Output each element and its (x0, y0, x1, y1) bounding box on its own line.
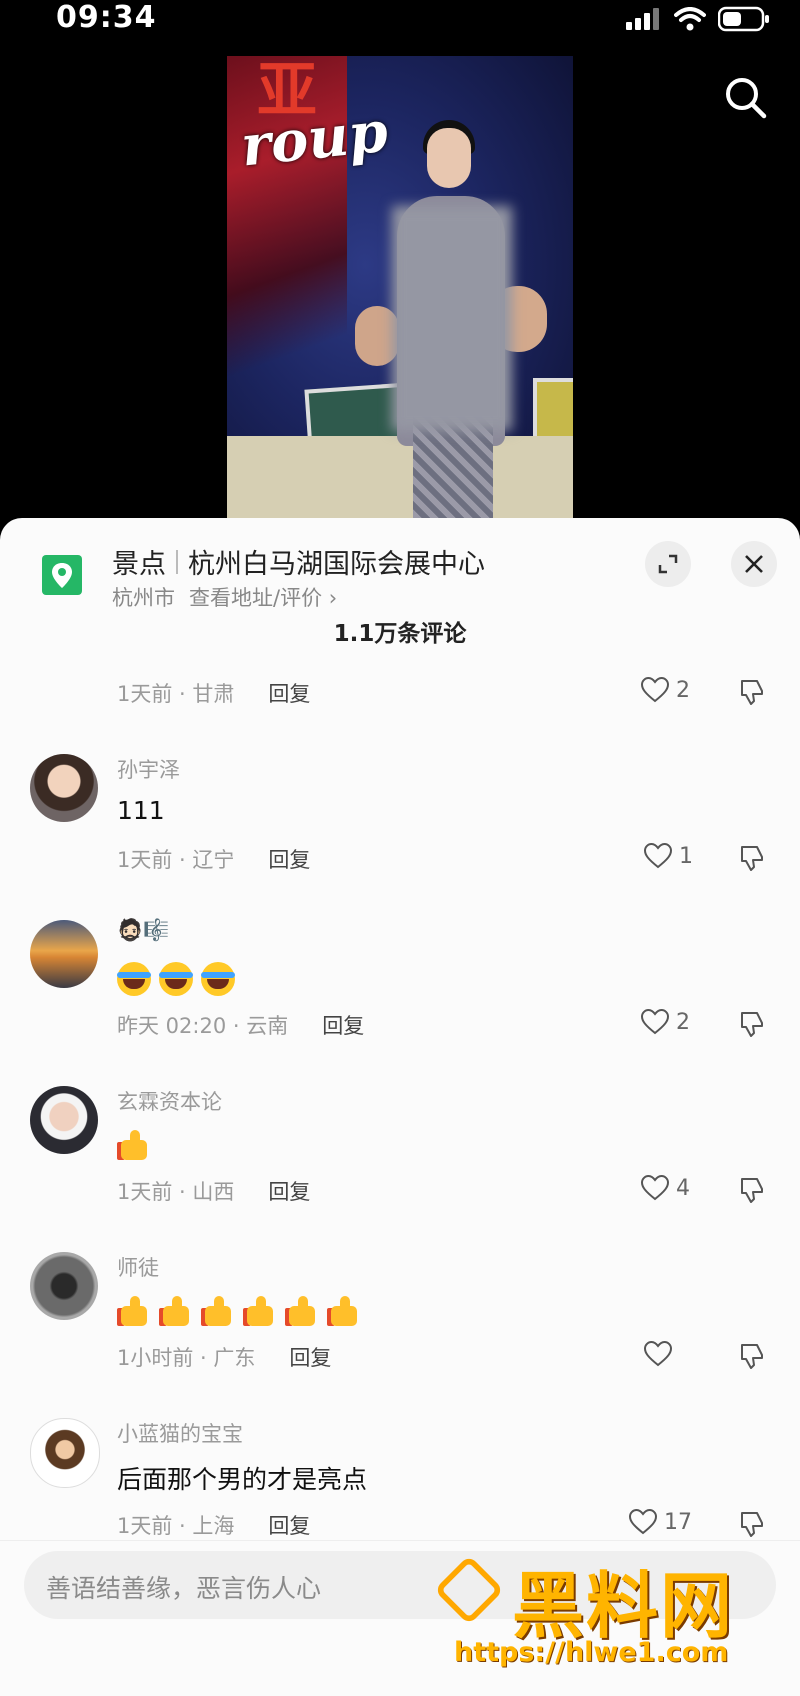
blur-censor (392, 206, 512, 431)
reply-button[interactable]: 回复 (268, 682, 310, 706)
status-icons (626, 6, 770, 32)
like-count: 2 (676, 677, 690, 703)
comment-text: 后面那个男的才是亮点 (117, 1465, 368, 1494)
laughing-crying-emoji-icon (117, 962, 151, 996)
search-icon (726, 78, 767, 119)
comment-text: 111 (117, 796, 165, 825)
thumbs-up-emoji-icon (243, 1294, 277, 1328)
thumbs-up-emoji-icon (201, 1294, 235, 1328)
reply-button[interactable]: 回复 (268, 1180, 310, 1204)
close-button[interactable] (731, 541, 777, 587)
thumbs-down-icon (741, 846, 763, 871)
search-button[interactable] (722, 74, 770, 122)
comment-meta: 1天前 · 甘肃 回复 (117, 682, 311, 706)
like-button[interactable]: 2 (640, 676, 690, 704)
avatar[interactable] (30, 920, 98, 988)
dislike-button[interactable] (738, 1342, 766, 1374)
avatar[interactable] (30, 1086, 98, 1154)
dislike-button[interactable] (738, 678, 766, 710)
comment-input-bar: 善语结善缘，恶言伤人心 黑料网 https://hlwe1.com (0, 1540, 800, 1696)
video-frame[interactable]: 亚 roup (227, 56, 573, 520)
heart-icon (640, 1174, 670, 1201)
thumbs-up-emoji-icon (285, 1294, 319, 1328)
comment-emoji (117, 1128, 151, 1162)
like-button[interactable] (643, 1340, 679, 1368)
avatar[interactable] (30, 1252, 98, 1320)
like-button[interactable]: 2 (640, 1008, 690, 1036)
like-count: 2 (676, 1009, 690, 1035)
dislike-button[interactable] (738, 844, 766, 876)
dislike-button[interactable] (738, 1010, 766, 1042)
reply-button[interactable]: 回复 (268, 1514, 310, 1538)
location-name: 杭州白马湖国际会展中心 (188, 549, 485, 580)
thumbs-down-icon (741, 1512, 763, 1537)
like-button[interactable]: 17 (628, 1508, 692, 1536)
comment-meta: 1天前 · 山西 回复 (117, 1180, 311, 1204)
comment-emoji (117, 962, 235, 996)
dislike-button[interactable] (738, 1510, 766, 1542)
thumbs-up-emoji-icon (117, 1128, 151, 1162)
comment-count: 1.1万条评论 (333, 621, 467, 647)
cellular-signal-icon (626, 8, 659, 30)
like-button[interactable]: 1 (643, 842, 693, 870)
reply-button[interactable]: 回复 (322, 1014, 364, 1038)
expand-icon (658, 554, 678, 574)
laughing-crying-emoji-icon (159, 962, 193, 996)
comment-emoji (117, 1294, 361, 1328)
reply-button[interactable]: 回复 (289, 1346, 331, 1370)
watermark-logo-icon (433, 1554, 505, 1626)
comment-author[interactable]: 小蓝猫的宝宝 (117, 1418, 243, 1448)
thumbs-up-emoji-icon (117, 1294, 151, 1328)
thumbs-up-emoji-icon (159, 1294, 193, 1328)
location-pin-icon (42, 555, 82, 595)
battery-icon (718, 6, 769, 32)
comment-meta: 1小时前 · 广东 回复 (117, 1346, 332, 1370)
status-time: 09:34 (56, 0, 157, 35)
comment-meta: 1天前 · 辽宁 回复 (117, 848, 311, 872)
location-link[interactable]: 查看地址/评价 › (189, 586, 337, 610)
comment-meta: 昨天 02:20 · 云南 回复 (117, 1014, 365, 1038)
comment-sheet: 景点 杭州白马湖国际会展中心 杭州市 查看地址/评价 › 1.1万条评论 1天前 … (0, 518, 800, 1695)
watermark-url: https://hlwe1.com (454, 1637, 729, 1668)
thumbs-down-icon (741, 1344, 763, 1369)
like-count: 17 (664, 1509, 692, 1535)
location-title[interactable]: 景点 杭州白马湖国际会展中心 (112, 542, 485, 581)
expand-button[interactable] (645, 541, 691, 587)
heart-icon (643, 1340, 673, 1367)
thumbs-down-icon (741, 1012, 763, 1037)
dislike-button[interactable] (738, 1176, 766, 1208)
like-count: 1 (679, 843, 693, 869)
location-subtitle: 杭州市 查看地址/评价 › (112, 582, 337, 612)
comment-meta: 1天前 · 上海 回复 (117, 1514, 311, 1538)
comment-author[interactable]: 师徒 (117, 1252, 159, 1282)
heart-icon (640, 1008, 670, 1035)
reply-button[interactable]: 回复 (268, 848, 310, 872)
comment-input-placeholder: 善语结善缘，恶言伤人心 (46, 1574, 322, 1603)
heart-icon (628, 1508, 658, 1535)
wifi-icon (674, 7, 706, 31)
close-icon (745, 555, 763, 573)
like-button[interactable]: 4 (640, 1174, 690, 1202)
like-count: 4 (676, 1175, 690, 1201)
location-city: 杭州市 (112, 586, 175, 610)
location-category: 景点 (112, 549, 166, 580)
thumbs-up-emoji-icon (327, 1294, 361, 1328)
thumbs-down-icon (741, 680, 763, 705)
watermark: 黑料网 https://hlwe1.com (433, 1551, 778, 1668)
laughing-crying-emoji-icon (201, 962, 235, 996)
avatar[interactable] (30, 754, 98, 822)
heart-icon (643, 842, 673, 869)
comment-author[interactable]: 🧔🏻🎼 (117, 918, 169, 943)
status-bar: 09:34 (0, 0, 800, 40)
heart-icon (640, 676, 670, 703)
comment-author[interactable]: 孙宇泽 (117, 754, 180, 784)
thumbs-down-icon (741, 1178, 763, 1203)
comment-author[interactable]: 玄霖资本论 (117, 1086, 222, 1116)
avatar[interactable] (30, 1418, 100, 1488)
